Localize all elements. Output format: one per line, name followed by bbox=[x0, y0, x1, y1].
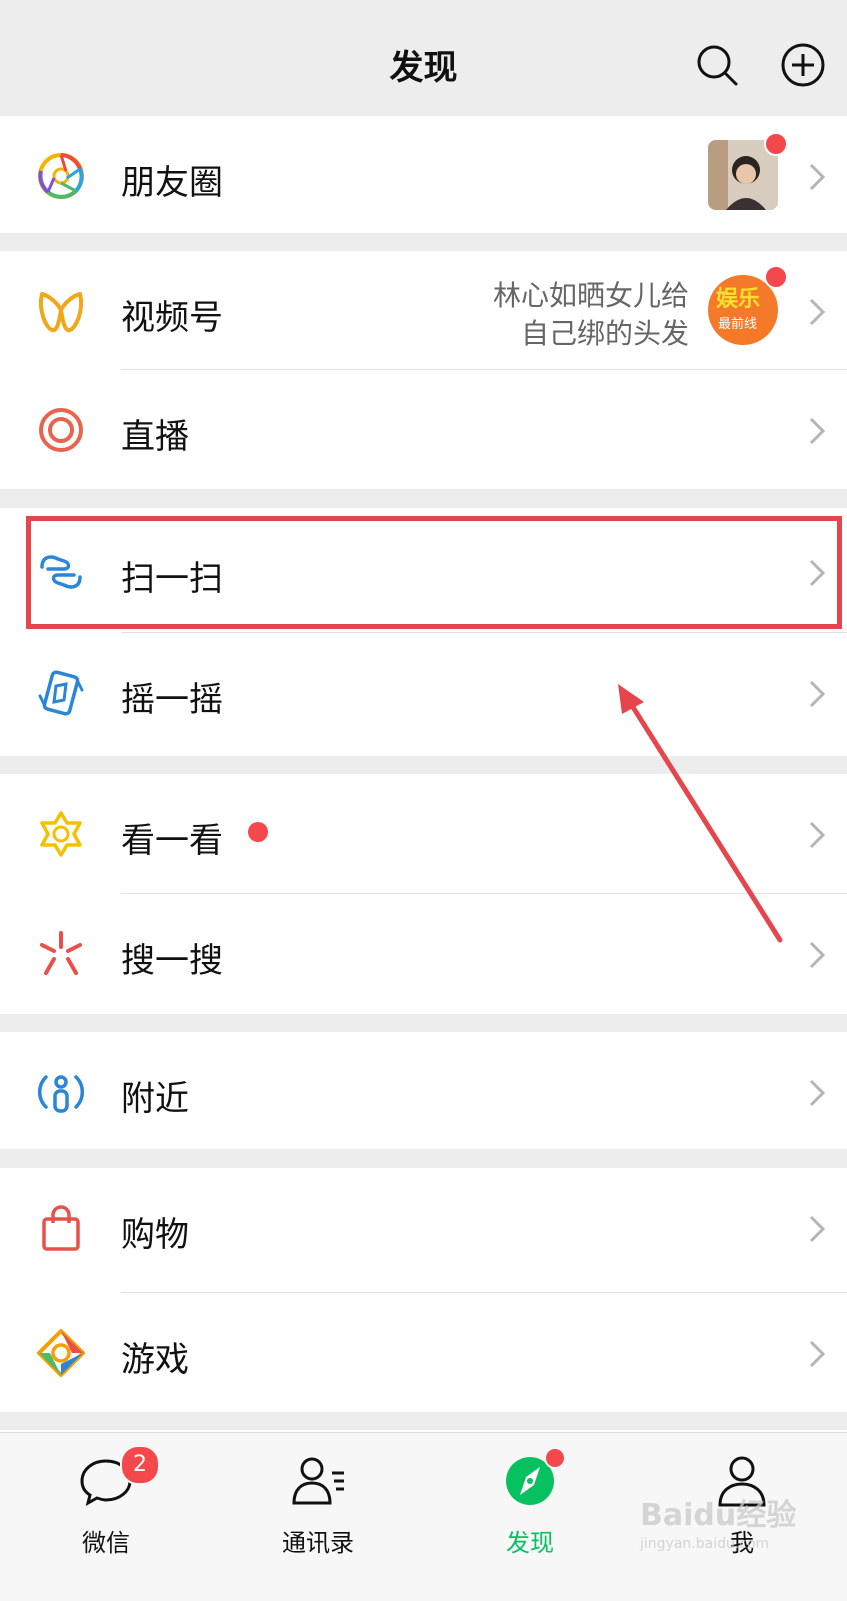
tab-label: 微信 bbox=[82, 1529, 130, 1557]
plus-circle-icon[interactable] bbox=[780, 42, 826, 88]
menu-item-label: 朋友圈 bbox=[121, 163, 223, 203]
menu-item-nearby[interactable]: 附近 bbox=[0, 1032, 847, 1151]
preview-line-1: 林心如晒女儿给 bbox=[492, 279, 689, 312]
chevron-right-icon bbox=[809, 1215, 826, 1243]
search-spark-icon bbox=[40, 931, 82, 975]
menu-item-label: 视频号 bbox=[121, 298, 223, 338]
watermark-main: Baidu经验 bbox=[640, 1498, 797, 1533]
chevron-right-icon bbox=[809, 559, 826, 587]
chevron-right-icon bbox=[809, 1079, 826, 1107]
preview-line-2: 自己绑的头发 bbox=[520, 317, 689, 350]
chevron-right-icon bbox=[809, 163, 826, 191]
contacts-icon bbox=[292, 1457, 344, 1505]
discover-new-dot bbox=[544, 1447, 566, 1469]
menu-item-label: 附近 bbox=[121, 1079, 189, 1119]
search-icon[interactable] bbox=[694, 42, 740, 88]
header-bar: 发现 bbox=[0, 0, 847, 116]
chevron-right-icon bbox=[809, 821, 826, 849]
tab-label: 发现 bbox=[506, 1529, 554, 1557]
tab-discover[interactable]: 发现 bbox=[424, 1433, 636, 1601]
menu-item-label: 游戏 bbox=[121, 1340, 189, 1380]
menu-item-label: 看一看 bbox=[121, 821, 223, 861]
menu-item-games[interactable]: 游戏 bbox=[0, 1293, 847, 1412]
update-dot bbox=[248, 822, 268, 842]
shake-icon bbox=[38, 670, 84, 716]
tab-chats[interactable]: 2 微信 bbox=[0, 1433, 212, 1601]
nearby-person-icon bbox=[38, 1075, 84, 1113]
shopping-bag-icon bbox=[42, 1205, 80, 1251]
baidu-watermark: Baidu经验 jingyan.baidu.com bbox=[640, 1490, 830, 1570]
unread-badge: 2 bbox=[120, 1445, 160, 1485]
chevron-right-icon bbox=[809, 417, 826, 445]
menu-item-label: 搜一搜 bbox=[121, 941, 223, 981]
games-diamond-icon bbox=[37, 1329, 85, 1377]
chevron-right-icon bbox=[809, 941, 826, 969]
chevron-right-icon bbox=[809, 680, 826, 708]
menu-item-channels[interactable]: 视频号 林心如晒女儿给 自己绑的头发 娱乐 最前线 bbox=[0, 251, 847, 370]
scan-icon bbox=[40, 555, 82, 589]
channels-butterfly-icon bbox=[39, 292, 83, 333]
menu-item-label: 扫一扫 bbox=[121, 559, 223, 599]
chevron-right-icon bbox=[809, 298, 826, 326]
chevron-right-icon bbox=[809, 1340, 826, 1368]
section-shopping: 购物 游戏 bbox=[0, 1168, 847, 1412]
live-target-icon bbox=[39, 408, 83, 452]
menu-item-label: 直播 bbox=[121, 417, 189, 457]
new-video-dot bbox=[764, 265, 788, 289]
thumbnail-subtext: 最前线 bbox=[718, 317, 758, 332]
new-post-dot bbox=[764, 132, 788, 156]
section-channels: 视频号 林心如晒女儿给 自己绑的头发 娱乐 最前线 直播 bbox=[0, 251, 847, 489]
moments-aperture-icon bbox=[38, 153, 84, 199]
annotation-arrow-icon bbox=[618, 684, 783, 943]
menu-item-shopping[interactable]: 购物 bbox=[0, 1168, 847, 1287]
tab-label: 通讯录 bbox=[282, 1529, 354, 1557]
menu-item-moments[interactable]: 朋友圈 bbox=[0, 116, 847, 235]
channels-preview-text: 林心如晒女儿给 自己绑的头发 bbox=[493, 277, 689, 353]
top-stories-star-icon bbox=[40, 811, 82, 857]
section-nearby: 附近 bbox=[0, 1032, 847, 1149]
watermark-sub: jingyan.baidu.com bbox=[640, 1536, 770, 1552]
menu-item-live[interactable]: 直播 bbox=[0, 370, 847, 489]
menu-item-label: 购物 bbox=[121, 1215, 189, 1255]
section-moments: 朋友圈 bbox=[0, 116, 847, 233]
menu-item-label: 摇一摇 bbox=[121, 680, 223, 720]
thumbnail-text: 娱乐 bbox=[716, 287, 761, 312]
menu-item-scan[interactable]: 扫一扫 bbox=[0, 512, 847, 630]
tab-contacts[interactable]: 通讯录 bbox=[212, 1433, 424, 1601]
